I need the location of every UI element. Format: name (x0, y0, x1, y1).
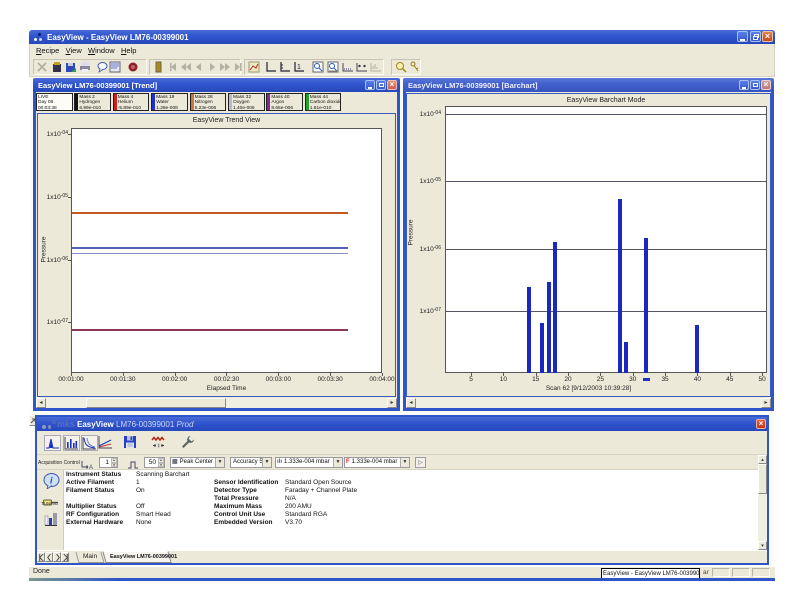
svg-text:1: 1 (297, 64, 301, 71)
